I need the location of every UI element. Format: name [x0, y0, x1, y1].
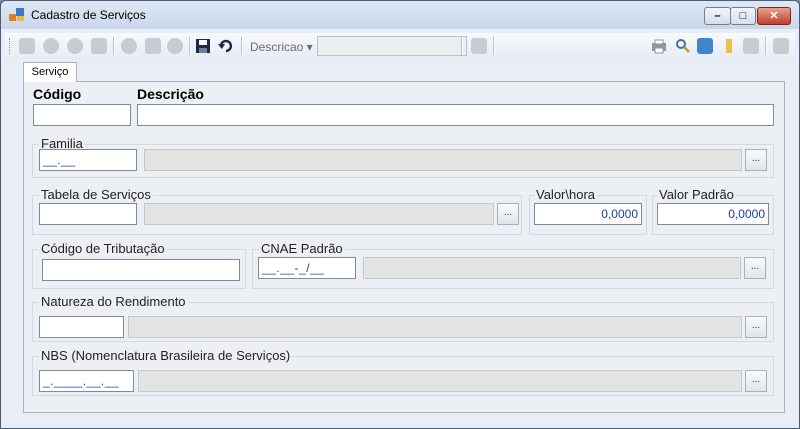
window-title: Cadastro de Serviços: [31, 8, 146, 22]
print-icon[interactable]: [651, 38, 667, 54]
cnae-lookup-button[interactable]: ...: [744, 257, 766, 279]
filter-icon[interactable]: [721, 38, 737, 54]
tributacao-group: Código de Tributação: [32, 241, 246, 289]
search-field-selector[interactable]: Descricao ▾: [250, 40, 313, 54]
toolbar-grip[interactable]: [9, 38, 12, 54]
cnae-code-field[interactable]: __.__-_/__: [258, 257, 356, 279]
search-icon[interactable]: [675, 38, 691, 54]
next-record-icon[interactable]: [67, 38, 83, 54]
window: Cadastro de Serviços – □ ✕ Descricao ▾ S…: [0, 0, 800, 429]
natureza-description: [128, 316, 742, 338]
natureza-group: Natureza do Rendimento ...: [32, 294, 774, 342]
tabela-description: [144, 203, 494, 225]
edit-icon[interactable]: [145, 38, 161, 54]
tabela-code-field[interactable]: [39, 203, 137, 225]
minimize-button[interactable]: –: [704, 7, 731, 25]
natureza-label: Natureza do Rendimento: [39, 294, 188, 309]
valor-padrao-group: Valor Padrão 0,0000: [652, 187, 774, 235]
title-bar: Cadastro de Serviços – □ ✕: [1, 1, 799, 29]
nbs-label: NBS (Nomenclatura Brasileira de Serviços…: [39, 348, 293, 363]
delete-icon[interactable]: [167, 38, 183, 54]
maximize-button[interactable]: □: [730, 7, 756, 25]
tabela-group: Tabela de Serviços ...: [32, 187, 522, 235]
valor-padrao-field[interactable]: 0,0000: [657, 203, 769, 225]
minimize-icon: –: [714, 10, 721, 22]
user-icon[interactable]: [743, 38, 759, 54]
close-icon: ✕: [769, 10, 779, 22]
add-icon[interactable]: [121, 38, 137, 54]
descricao-field[interactable]: [137, 104, 774, 126]
nbs-group: NBS (Nomenclatura Brasileira de Serviços…: [32, 348, 774, 396]
cnae-description: [363, 257, 741, 279]
tributacao-field[interactable]: [42, 259, 240, 281]
toolbar-separator: [765, 37, 767, 55]
tabela-label: Tabela de Serviços: [39, 187, 153, 202]
toolbar: Descricao ▾: [5, 33, 795, 59]
valor-hora-group: Valor\hora 0,0000: [529, 187, 647, 235]
valor-hora-label: Valor\hora: [534, 187, 598, 202]
menu-icon[interactable]: [773, 38, 789, 54]
cnae-group: CNAE Padrão __.__-_/__ ...: [252, 241, 774, 289]
natureza-code-field[interactable]: [39, 316, 124, 338]
refresh-icon[interactable]: [697, 38, 713, 54]
codigo-field[interactable]: [33, 104, 131, 126]
toolbar-separator: [241, 37, 243, 55]
tabela-lookup-button[interactable]: ...: [497, 203, 519, 225]
descricao-label: Descrição: [137, 86, 204, 102]
last-record-icon[interactable]: [91, 38, 107, 54]
toolbar-separator: [493, 37, 495, 55]
first-record-icon[interactable]: [19, 38, 35, 54]
valor-hora-field[interactable]: 0,0000: [534, 203, 642, 225]
familia-code-field[interactable]: __.__: [39, 149, 137, 171]
codigo-label: Código: [33, 86, 82, 102]
familia-lookup-button[interactable]: ...: [745, 149, 767, 171]
nbs-lookup-button[interactable]: ...: [745, 370, 767, 392]
nbs-code-field[interactable]: _.____.__.__: [39, 370, 134, 392]
cnae-label: CNAE Padrão: [259, 241, 345, 256]
familia-description: [144, 149, 742, 171]
search-input[interactable]: [317, 36, 467, 56]
undo-icon[interactable]: [217, 38, 233, 54]
close-button[interactable]: ✕: [757, 7, 791, 25]
tab-panel: Código Descrição Familia __.__ ... Tabel…: [23, 81, 785, 413]
toolbar-separator: [189, 37, 191, 55]
grid-view-icon[interactable]: [471, 38, 487, 54]
tributacao-label: Código de Tributação: [39, 241, 167, 256]
toolbar-separator: [461, 37, 463, 55]
familia-group: Familia __.__ ...: [32, 136, 774, 178]
maximize-icon: □: [739, 10, 747, 22]
app-icon: [9, 8, 25, 22]
save-icon[interactable]: [195, 38, 211, 54]
natureza-lookup-button[interactable]: ...: [745, 316, 767, 338]
nbs-description: [138, 370, 742, 392]
toolbar-separator: [113, 37, 115, 55]
previous-record-icon[interactable]: [43, 38, 59, 54]
tab-servico[interactable]: Serviço: [23, 62, 77, 82]
valor-padrao-label: Valor Padrão: [657, 187, 736, 202]
